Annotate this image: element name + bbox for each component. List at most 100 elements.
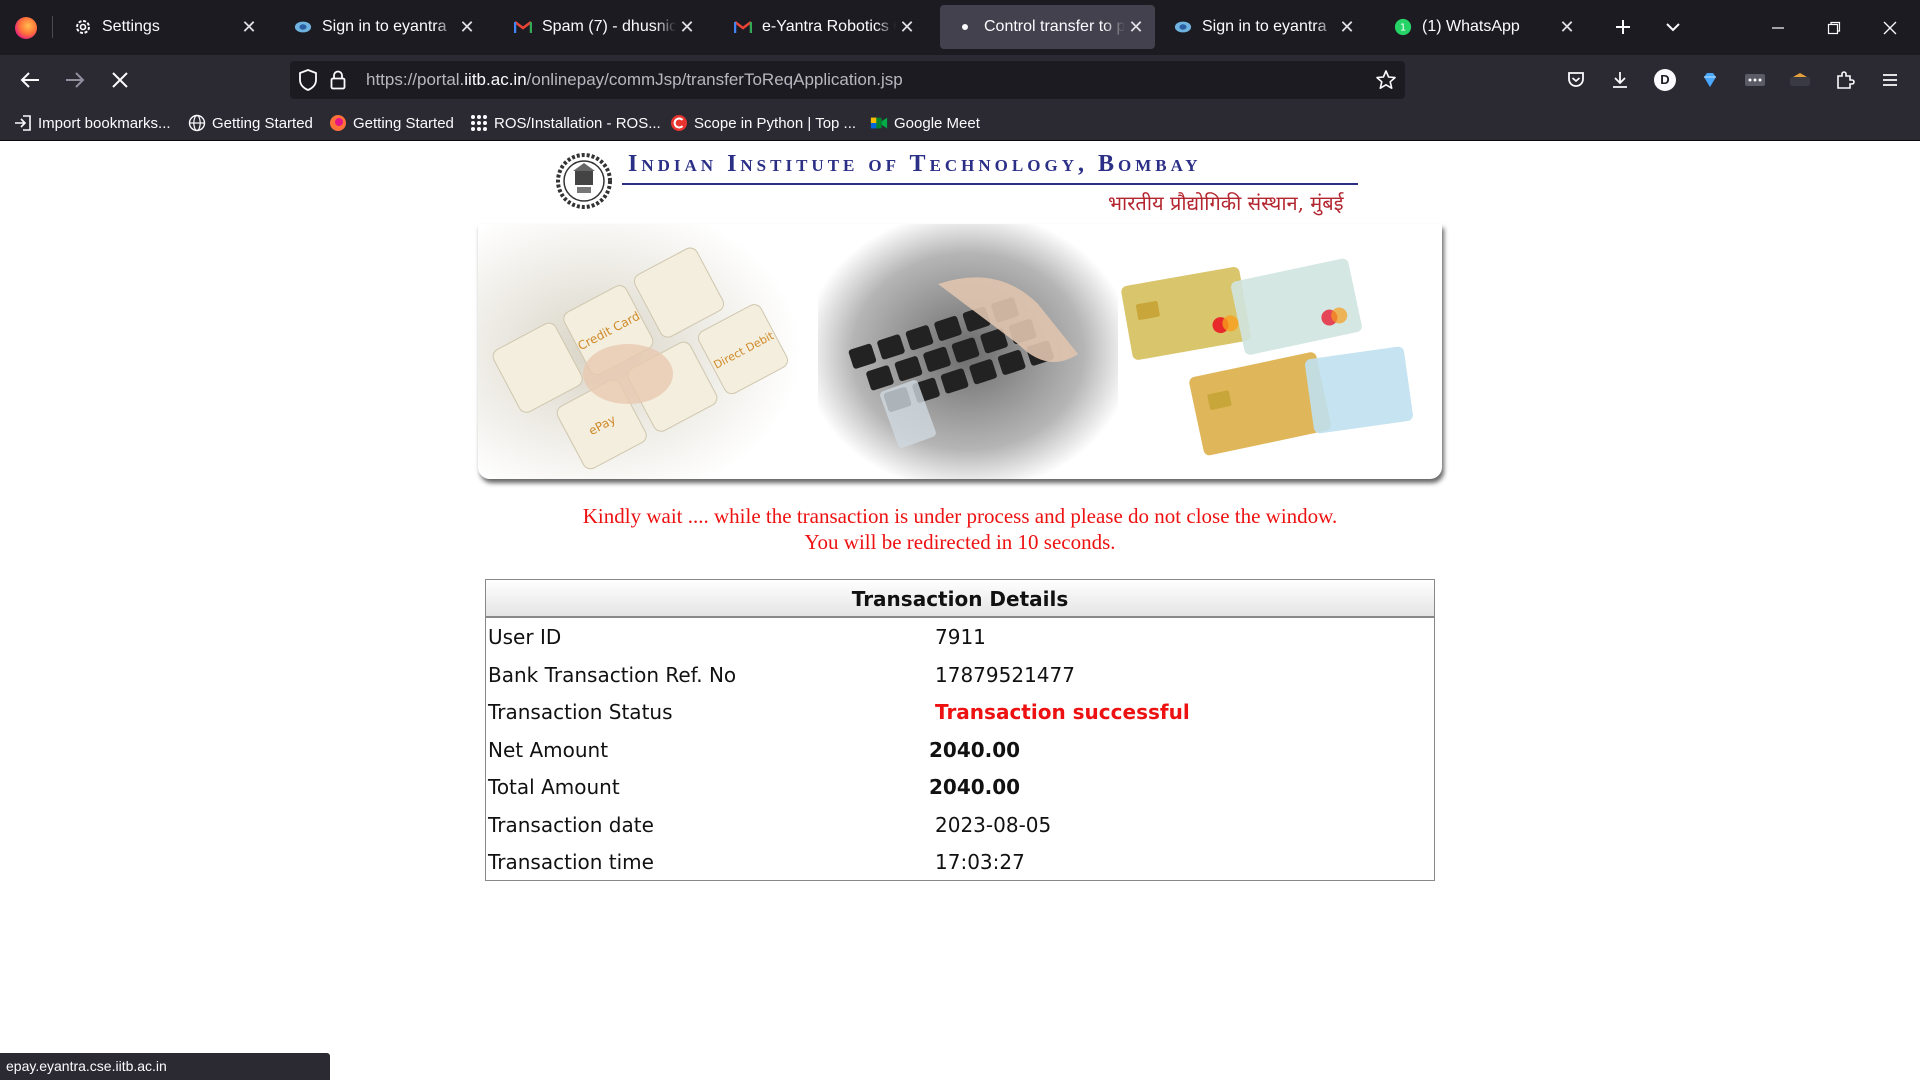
row-label-status: Transaction Status — [488, 700, 673, 724]
extensions-button[interactable] — [1830, 65, 1860, 95]
tab-strip: Settings ✕ Sign in to eyantra ✕ Spam (7)… — [0, 0, 1920, 55]
row-value-net-amount: 2040.00 — [929, 737, 1021, 762]
extension-password-button[interactable] — [1740, 65, 1770, 95]
navigation-toolbar: https://portal.iitb.ac.in/onlinepay/comm… — [0, 55, 1920, 105]
bookmark-ros-installation[interactable]: ROS/Installation - ROS... — [470, 111, 661, 135]
notice-line-1: Kindly wait .... while the transaction i… — [582, 504, 1338, 528]
row-label-net-amount: Net Amount — [488, 737, 609, 762]
loading-dot-icon — [956, 18, 974, 36]
row-value-total-amount: 2040.00 — [929, 775, 1021, 799]
firefox-logo-icon — [15, 16, 37, 39]
chevron-down-icon — [1666, 23, 1680, 32]
close-icon[interactable]: ✕ — [1556, 16, 1578, 38]
url-text[interactable]: https://portal.iitb.ac.in/onlinepay/comm… — [366, 61, 903, 99]
minimize-icon — [1772, 26, 1784, 29]
close-icon[interactable]: ✕ — [456, 16, 478, 38]
status-bar-url: epay.eyantra.cse.iitb.ac.in — [0, 1053, 330, 1080]
tab-title: Sign in to eyantra — [1202, 18, 1327, 35]
bookmark-scope-python[interactable]: Scope in Python | Top ... — [670, 111, 856, 135]
firefox-menu-button[interactable] — [0, 0, 52, 55]
stop-loading-button[interactable] — [100, 60, 140, 100]
list-all-tabs-button[interactable] — [1651, 5, 1695, 49]
minimize-button[interactable] — [1750, 0, 1806, 55]
tab-sign-in-eyantra-2[interactable]: Sign in to eyantra ✕ — [1158, 5, 1366, 49]
row-label-bank-ref: Bank Transaction Ref. No — [488, 662, 737, 687]
tab-title: e-Yantra Robotics Com — [762, 18, 896, 35]
downloads-button[interactable] — [1605, 65, 1635, 95]
tab-sign-in-eyantra[interactable]: Sign in to eyantra ✕ — [278, 5, 486, 49]
tab-separator — [52, 16, 53, 38]
extension-hat-icon — [1790, 73, 1810, 86]
eyantra-icon — [294, 18, 312, 36]
tab-title: Spam (7) - dhusnicinfa — [542, 18, 676, 35]
bookmark-import[interactable]: Import bookmarks... — [14, 111, 171, 135]
new-tab-button[interactable] — [1601, 5, 1645, 49]
scope-icon — [670, 114, 688, 132]
transaction-details-table: Transaction Details User ID 7911 Bank Tr… — [485, 579, 1435, 881]
account-button[interactable]: D — [1650, 65, 1680, 95]
bookmark-star-icon[interactable] — [1374, 68, 1398, 92]
close-icon[interactable]: ✕ — [1125, 16, 1147, 38]
tab-control-transfer[interactable]: Control transfer to pay ✕ — [940, 5, 1155, 49]
account-initial: D — [1660, 72, 1670, 87]
row-value-user-id: 7911 — [935, 625, 986, 649]
bookmark-label: Scope in Python | Top ... — [694, 114, 857, 132]
bookmark-getting-started-1[interactable]: Getting Started — [188, 111, 313, 135]
close-icon[interactable]: ✕ — [238, 16, 260, 38]
bookmark-label: Google Meet — [894, 114, 980, 132]
forward-button[interactable] — [55, 60, 95, 100]
row-label-time: Transaction time — [488, 850, 654, 874]
tab-title: Sign in to eyantra — [322, 18, 447, 35]
institute-title: Indian Institute of Technology, Bombay — [628, 151, 1202, 177]
puzzle-icon — [1837, 71, 1855, 89]
table-row: Transaction time 17:03:27 — [486, 844, 1434, 882]
hamburger-menu-icon — [1883, 74, 1897, 86]
institute-title-hindi: भारतीय प्रौद्योगिकी संस्थान, मुंबई — [1108, 191, 1344, 215]
table-row: Bank Transaction Ref. No 17879521477 — [486, 657, 1434, 695]
close-icon[interactable]: ✕ — [676, 16, 698, 38]
lock-icon[interactable] — [326, 68, 350, 92]
arrow-right-icon — [66, 72, 85, 88]
url-path: /onlinepay/commJsp/transferToReqApplicat… — [526, 70, 903, 89]
row-value-status: Transaction successful — [935, 700, 1190, 724]
firefox-icon — [329, 114, 347, 132]
row-label-date: Transaction date — [488, 812, 654, 837]
url-host: iitb.ac.in — [464, 70, 527, 89]
close-window-button[interactable] — [1862, 0, 1918, 55]
bookmark-label: Getting Started — [212, 114, 313, 132]
url-bar[interactable]: https://portal.iitb.ac.in/onlinepay/comm… — [290, 61, 1405, 99]
stop-x-icon — [112, 72, 128, 88]
ros-icon — [470, 114, 488, 132]
table-row: Total Amount 2040.00 — [486, 769, 1434, 807]
table-row: Net Amount 2040.00 — [486, 732, 1434, 770]
pocket-button[interactable] — [1561, 65, 1591, 95]
close-icon[interactable]: ✕ — [896, 16, 918, 38]
extension-gem-button[interactable] — [1695, 65, 1725, 95]
gmail-icon — [734, 18, 752, 36]
close-icon[interactable]: ✕ — [1336, 16, 1358, 38]
bookmark-label: Getting Started — [353, 114, 454, 132]
restore-button[interactable] — [1806, 0, 1862, 55]
shield-icon[interactable] — [296, 68, 320, 92]
whatsapp-icon: 1 — [1394, 18, 1412, 36]
tab-gmail-spam[interactable]: Spam (7) - dhusnicinfa ✕ — [498, 5, 706, 49]
tab-settings[interactable]: Settings ✕ — [58, 5, 268, 49]
tab-whatsapp[interactable]: 1 (1) WhatsApp ✕ — [1378, 5, 1586, 49]
row-value-time: 17:03:27 — [935, 850, 1025, 874]
import-icon — [14, 114, 32, 132]
app-menu-button[interactable] — [1875, 65, 1905, 95]
svg-text:1: 1 — [1400, 23, 1406, 34]
bookmark-getting-started-2[interactable]: Getting Started — [329, 111, 454, 135]
row-label-user-id: User ID — [488, 625, 562, 649]
plus-icon — [1616, 20, 1630, 34]
processing-notice: Kindly wait .... while the transaction i… — [478, 503, 1442, 555]
bookmark-google-meet[interactable]: Google Meet — [870, 111, 980, 135]
arrow-left-icon — [20, 72, 39, 88]
back-button[interactable] — [10, 60, 50, 100]
gem-icon — [1704, 73, 1716, 87]
tab-gmail-eyantra[interactable]: e-Yantra Robotics Com ✕ — [718, 5, 926, 49]
globe-icon — [188, 114, 206, 132]
extension-dark-button[interactable] — [1785, 65, 1815, 95]
table-row: Transaction Status Transaction successfu… — [486, 694, 1434, 732]
table-row: User ID 7911 — [486, 619, 1434, 657]
